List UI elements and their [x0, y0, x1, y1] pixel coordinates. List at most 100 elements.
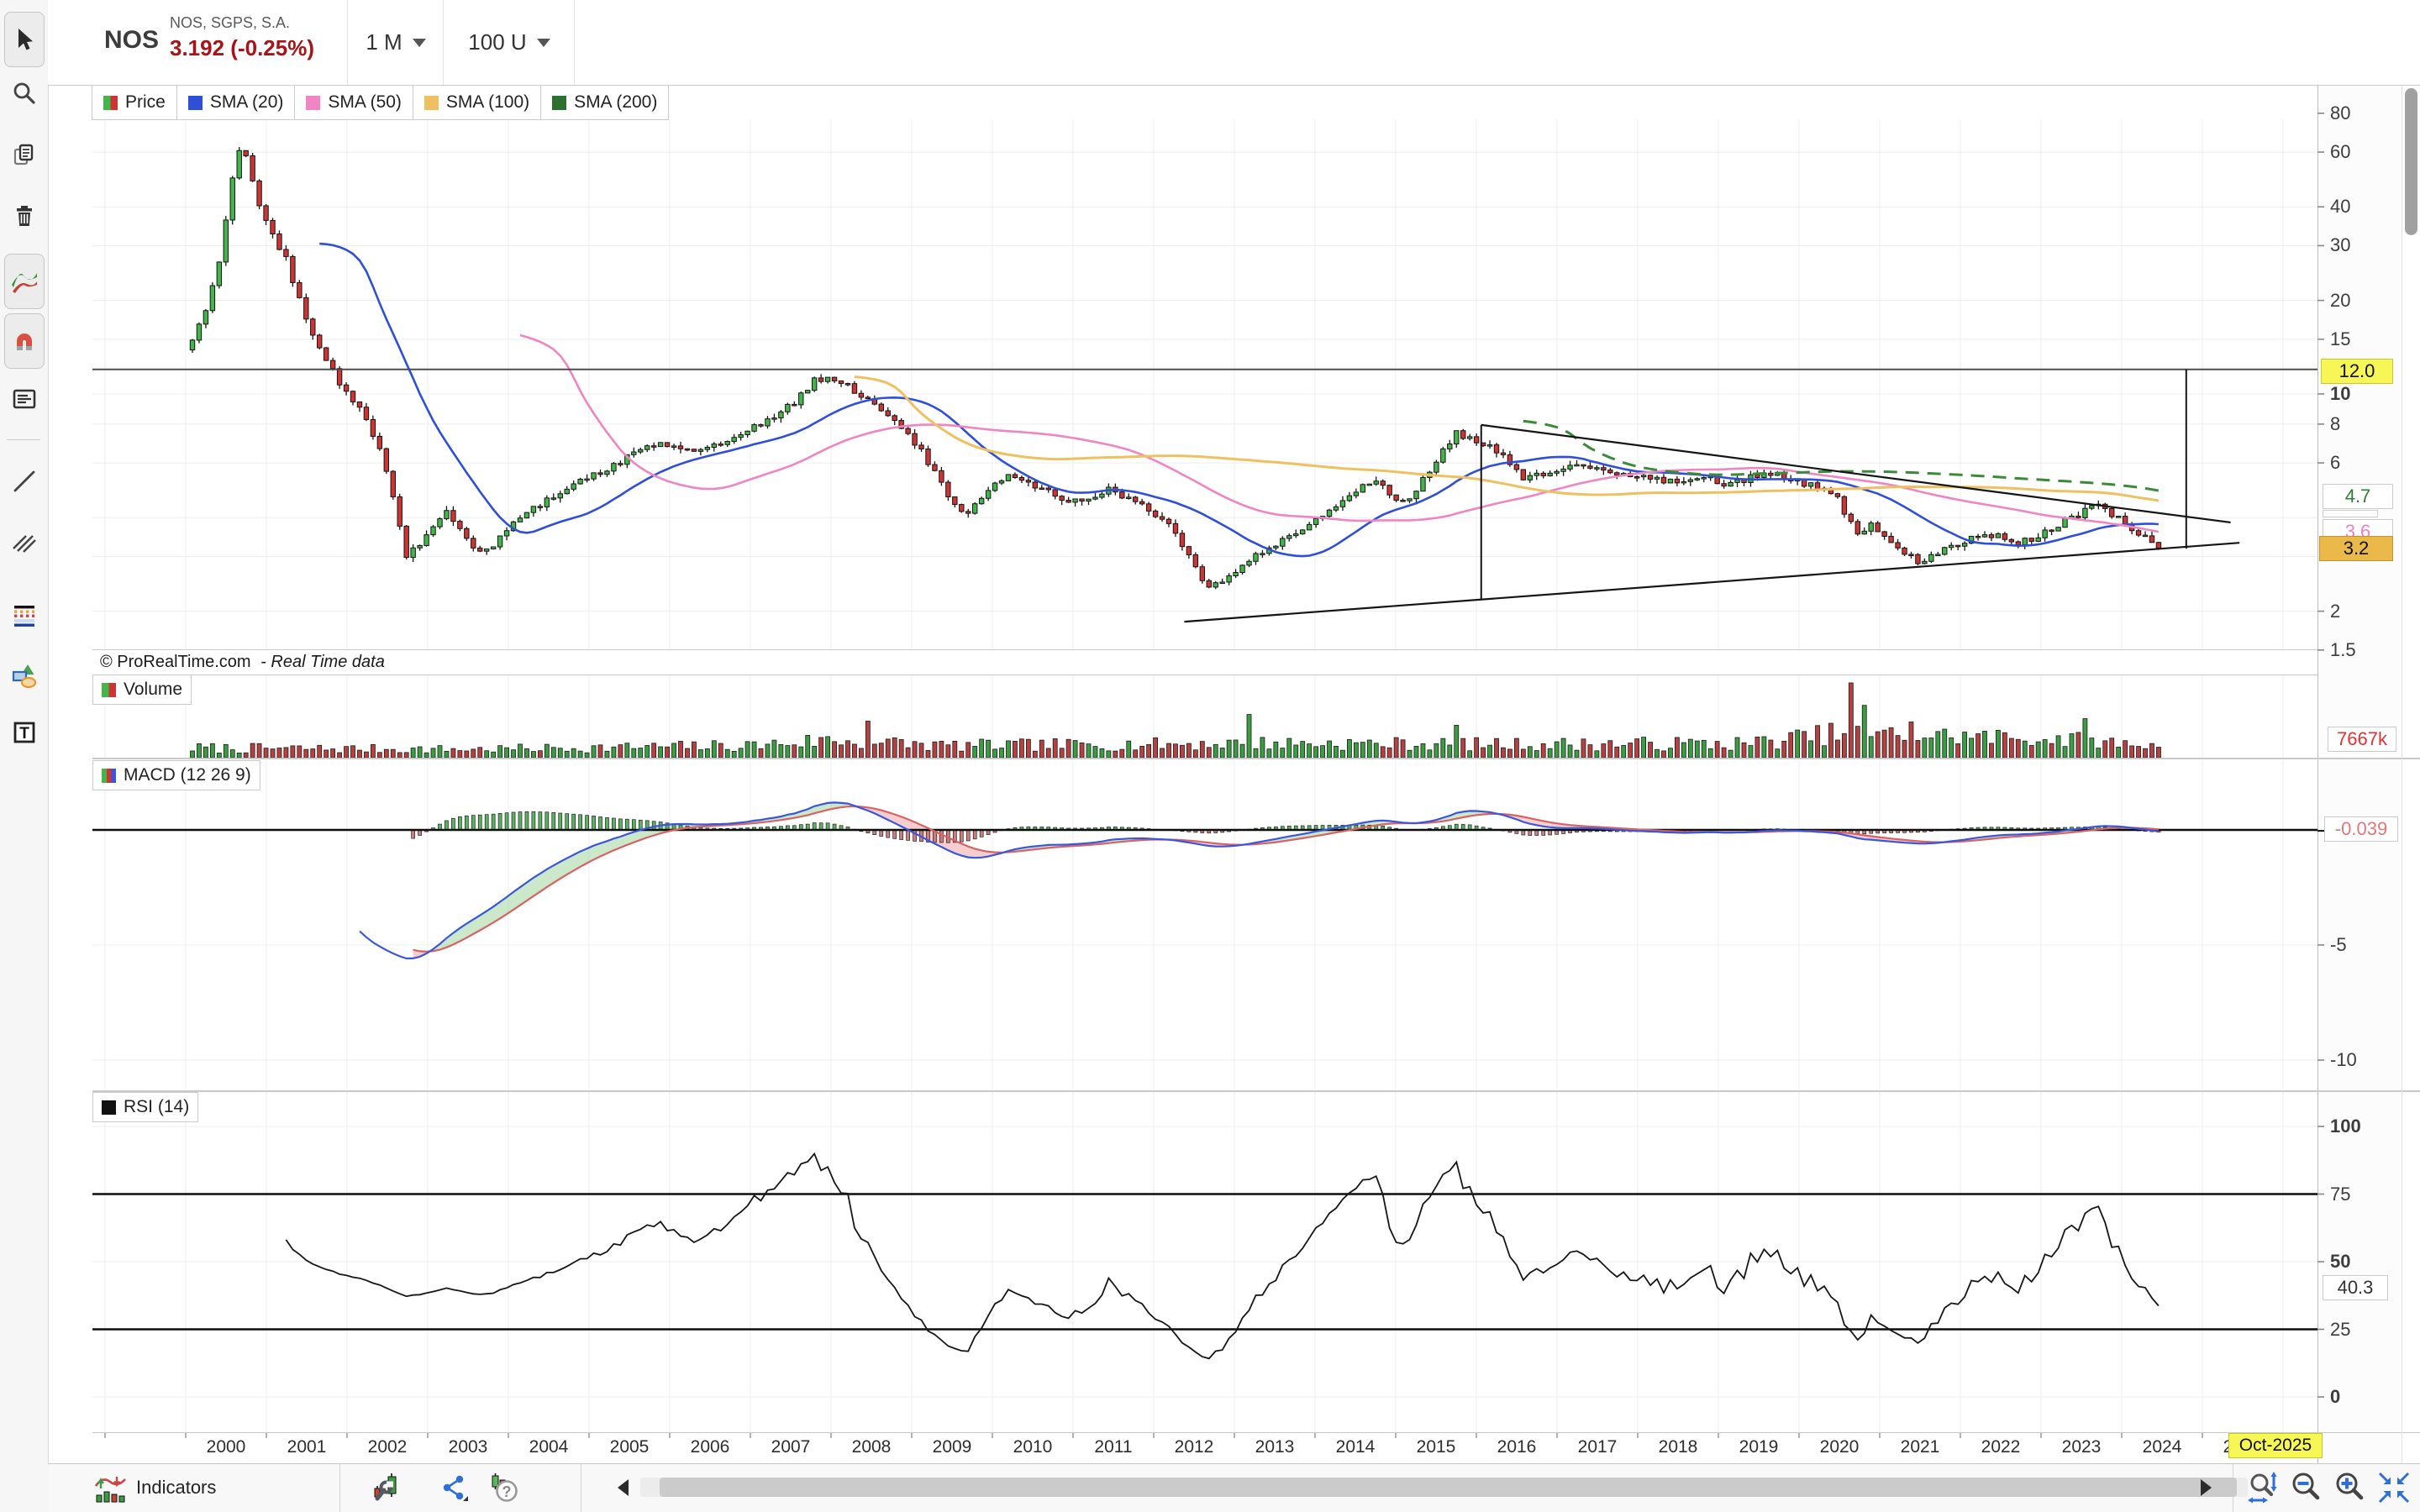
- year-label: 2009: [918, 1437, 986, 1457]
- axis-tick-label: 40: [2330, 195, 2350, 218]
- indicators-button[interactable]: Indicators: [94, 1468, 216, 1507]
- volume-swatch-icon: [102, 683, 116, 697]
- overlay-sma200[interactable]: [1523, 421, 2159, 491]
- legend-swatch-icon: [424, 96, 439, 110]
- price-pane[interactable]: [92, 113, 2317, 650]
- legend-item-price[interactable]: Price: [92, 85, 177, 120]
- watermark-brand: © ProRealTime.com: [100, 653, 251, 671]
- legend-item-sma-100[interactable]: SMA (100): [413, 85, 541, 120]
- axis-tick-label: 10: [2330, 382, 2350, 406]
- axis-tick-label: 1.5: [2330, 638, 2356, 662]
- watermark-note: - Real Time data: [260, 653, 385, 671]
- share-icon: [439, 1473, 469, 1503]
- legend-item-sma-50[interactable]: SMA (50): [294, 85, 413, 120]
- axis-tick-label: 80: [2330, 102, 2350, 125]
- year-label: 2014: [1322, 1437, 1389, 1457]
- help-button[interactable]: ?: [488, 1473, 518, 1503]
- legend-item-label: SMA (20): [210, 92, 284, 113]
- axis-tick-label: 25: [2330, 1318, 2350, 1341]
- volume-pane[interactable]: [105, 675, 2283, 758]
- drawn-trend-line[interactable]: [1184, 543, 2239, 622]
- toolbar-section-divider: [339, 1464, 340, 1512]
- vertical-scrollbar-thumb[interactable]: [2405, 88, 2417, 235]
- indicators-label: Indicators: [136, 1477, 216, 1499]
- time-axis[interactable]: 2025 Oct-2025 20002001200220032004200520…: [0, 1432, 2420, 1463]
- backtest-wrench-icon: [371, 1473, 402, 1503]
- year-label: 2001: [273, 1437, 340, 1457]
- prorealtime-app: { "header": { "symbol": "NOS", "company"…: [0, 0, 2420, 1512]
- rsi-swatch-icon: [102, 1100, 116, 1115]
- axis-tick-label: 8: [2330, 412, 2340, 436]
- zoom-out-button[interactable]: [2289, 1470, 2324, 1505]
- axis-tick-label: 75: [2330, 1183, 2350, 1206]
- rsi-pane-label[interactable]: RSI (14): [92, 1092, 198, 1122]
- overlay-sma50[interactable]: [520, 335, 2159, 532]
- axis-tick-label: 100: [2330, 1115, 2361, 1138]
- scroll-left-icon[interactable]: [618, 1479, 629, 1496]
- legend-swatch-icon: [552, 96, 566, 110]
- legend-swatch-icon: [103, 96, 118, 110]
- year-label: 2012: [1160, 1437, 1228, 1457]
- year-label: 2004: [515, 1437, 582, 1457]
- rsi-pane[interactable]: [92, 1092, 2317, 1432]
- macd-pane[interactable]: [92, 760, 2317, 1089]
- backtest-button[interactable]: [371, 1473, 402, 1503]
- chart-canvas[interactable]: [0, 0, 2420, 1512]
- year-label: 2013: [1241, 1437, 1308, 1457]
- legend-swatch-icon: [306, 96, 320, 110]
- sma100-value-marker-partial: [2323, 510, 2378, 517]
- bottom-toolbar: Indicators ?: [48, 1464, 2420, 1512]
- macd-label-text: MACD (12 26 9): [124, 765, 251, 785]
- watermark: © ProRealTime.com - Real Time data: [92, 649, 2317, 675]
- macd-pane-label[interactable]: MACD (12 26 9): [92, 760, 260, 790]
- svg-text:?: ?: [502, 1483, 512, 1500]
- scroll-right-icon[interactable]: [2201, 1479, 2212, 1496]
- axis-tick-label: 30: [2330, 234, 2350, 257]
- year-label: 2015: [1402, 1437, 1470, 1457]
- overlay-sma100[interactable]: [855, 377, 2159, 501]
- year-label: 2006: [676, 1437, 744, 1457]
- horizontal-scrollbar-thumb[interactable]: [660, 1478, 2237, 1497]
- year-label: 2002: [354, 1437, 421, 1457]
- macd-swatch-icon: [102, 769, 116, 783]
- year-label: 2010: [999, 1437, 1066, 1457]
- axis-tick-label: 60: [2330, 140, 2350, 164]
- zoom-in-button[interactable]: [2333, 1470, 2368, 1505]
- axis-tick-label: -10: [2330, 1048, 2357, 1072]
- zoom-x-axis-icon: [2245, 1470, 2281, 1505]
- year-label: 2007: [757, 1437, 824, 1457]
- rsi-value-marker: 40.3: [2323, 1275, 2388, 1300]
- drawn-trend-line[interactable]: [1481, 425, 2231, 522]
- overlay-sma20[interactable]: [319, 244, 2159, 556]
- indicators-icon: [94, 1472, 126, 1504]
- legend-item-label: SMA (50): [328, 92, 402, 113]
- zoom-x-axis-button[interactable]: [2245, 1470, 2281, 1505]
- year-label: 2019: [1725, 1437, 1792, 1457]
- macd-value-marker: -0.039: [2324, 816, 2398, 842]
- sma200-value-marker: 4.7: [2323, 484, 2393, 509]
- axis-tick-label: 15: [2330, 328, 2350, 351]
- volume-pane-label[interactable]: Volume: [92, 675, 192, 705]
- rsi-label-text: RSI (14): [124, 1097, 189, 1117]
- hline-price-marker: 12.0: [2321, 359, 2393, 384]
- legend-swatch-icon: [188, 96, 203, 110]
- fit-screen-icon: [2376, 1470, 2412, 1505]
- year-label: 2000: [192, 1437, 260, 1457]
- legend-item-label: SMA (200): [574, 92, 657, 113]
- volume-label-text: Volume: [124, 680, 182, 700]
- axis-tick-label: 6: [2330, 451, 2340, 475]
- share-button[interactable]: [439, 1473, 469, 1503]
- help-icon: ?: [488, 1473, 518, 1503]
- legend-item-label: Price: [125, 92, 166, 113]
- year-label: 2003: [434, 1437, 502, 1457]
- year-label: 2018: [1644, 1437, 1712, 1457]
- date-marker: Oct-2025: [2228, 1433, 2323, 1458]
- legend-item-sma-20[interactable]: SMA (20): [176, 85, 296, 120]
- zoom-out-icon: [2289, 1470, 2324, 1505]
- legend-item-sma-200[interactable]: SMA (200): [540, 85, 669, 120]
- last-price-marker: 3.2: [2319, 536, 2393, 561]
- year-label: 2023: [2048, 1437, 2115, 1457]
- axis-tick-label: -5: [2330, 933, 2347, 957]
- fit-screen-button[interactable]: [2376, 1470, 2412, 1505]
- volume-pane-separator: [92, 758, 2420, 759]
